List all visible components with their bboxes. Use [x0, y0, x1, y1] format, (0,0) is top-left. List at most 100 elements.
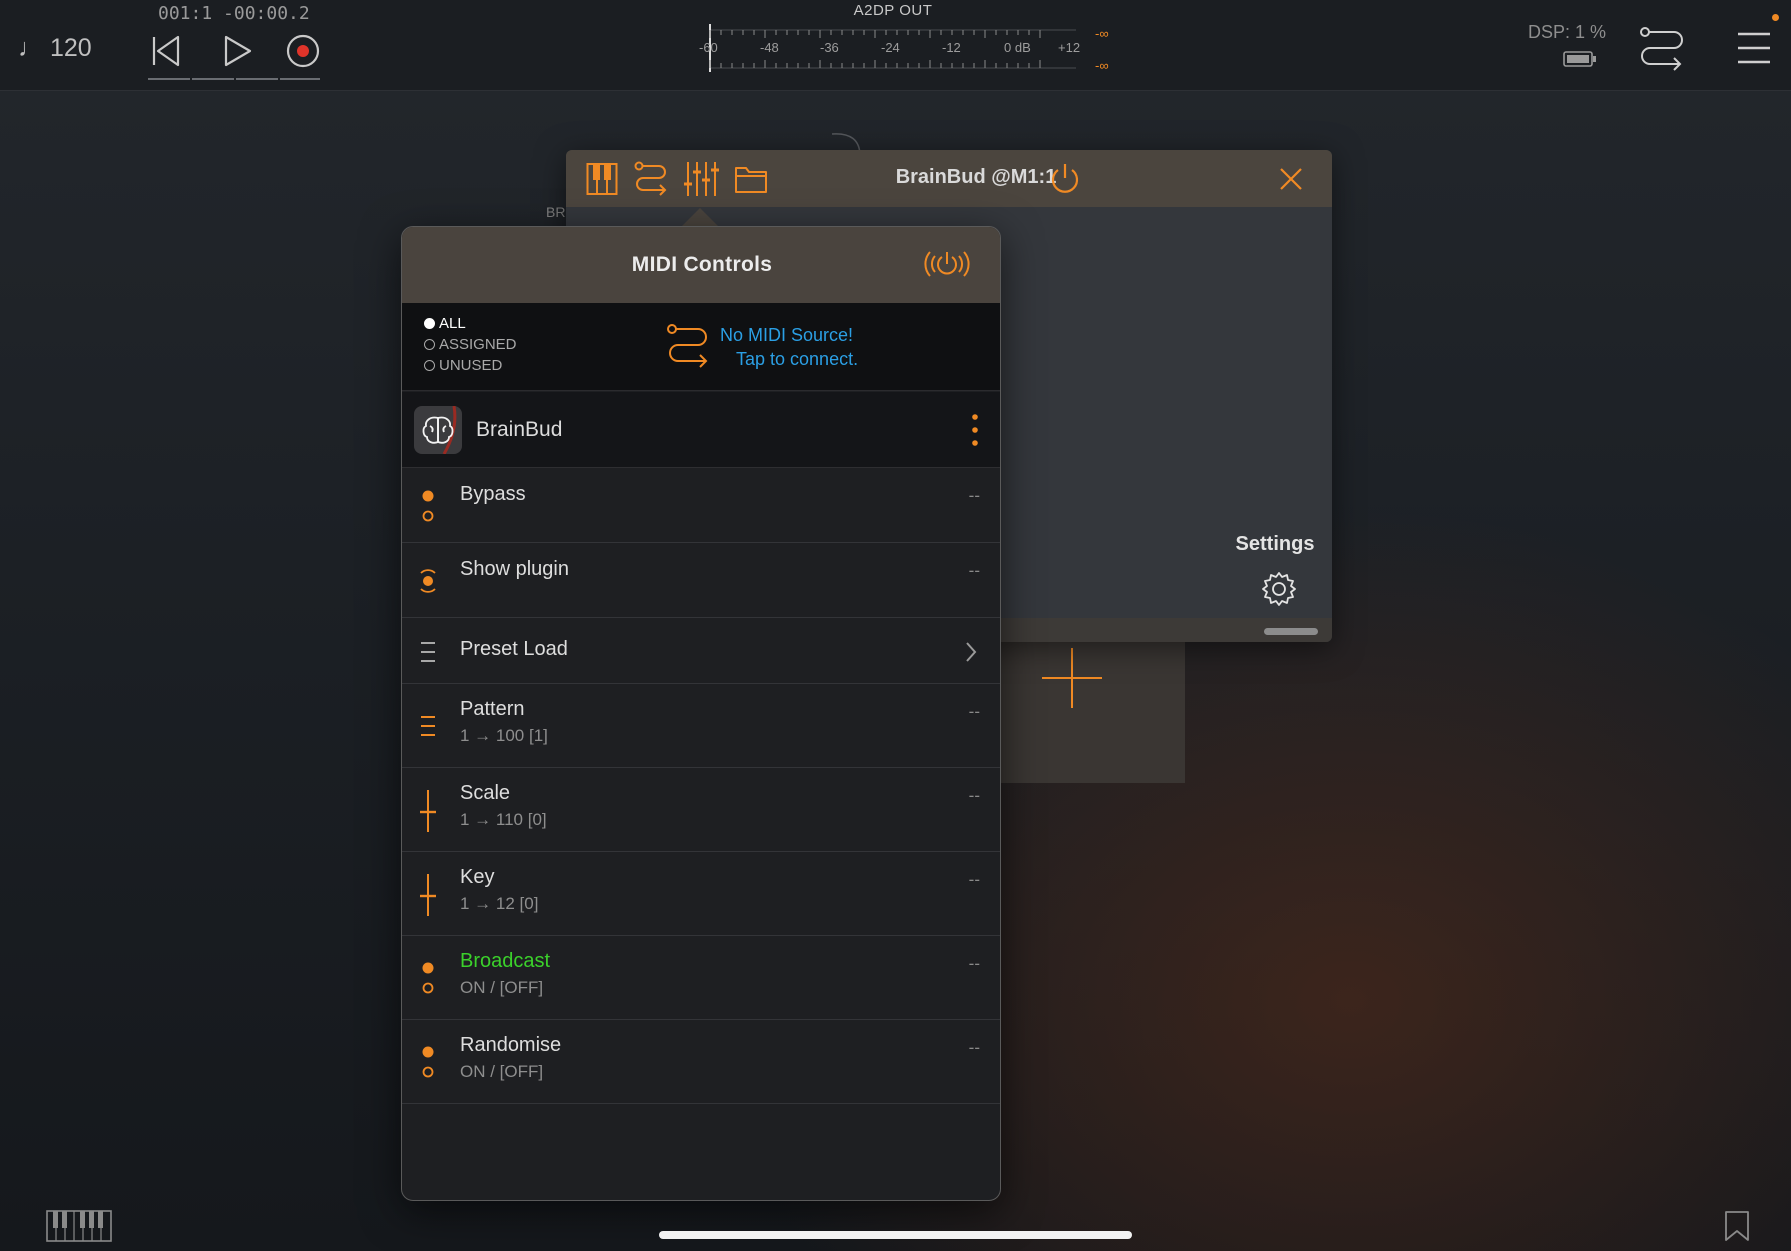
filter-label: ALL [439, 315, 466, 332]
play-icon [224, 35, 252, 67]
tempo-display[interactable]: ♩ 120 [18, 34, 92, 63]
meter-title: A2DP OUT [853, 2, 933, 19]
meter-scale-label: -48 [760, 40, 779, 55]
record-button[interactable] [280, 28, 326, 74]
popover-arrow [680, 208, 720, 228]
plugin-row: BrainBud [402, 392, 1000, 468]
toggle-icon [422, 1046, 434, 1078]
radio-icon [424, 360, 435, 371]
chevron-right-icon [966, 642, 977, 662]
control-assignment: -- [968, 954, 980, 973]
control-range: ON / [OFF] [460, 1062, 544, 1081]
plugin-thumbnail [414, 406, 462, 454]
play-button[interactable] [214, 28, 260, 74]
filter-all-option[interactable]: ALL [424, 315, 466, 332]
plugin-options-button[interactable] [967, 410, 983, 450]
menu-button[interactable] [1734, 28, 1774, 68]
control-row-pattern[interactable]: Pattern 1 → 100 [1] -- [402, 684, 1000, 768]
rewind-icon [152, 35, 180, 67]
meter-scale-label: +12 [1058, 40, 1081, 55]
add-node-tile[interactable] [995, 636, 1185, 783]
divider [236, 78, 278, 80]
sliders-icon [684, 162, 719, 196]
control-name: Scale [460, 782, 511, 804]
control-range: 1 → 12 [0] [460, 894, 539, 913]
filter-unused-option[interactable]: UNUSED [424, 357, 502, 374]
settings-button[interactable] [1260, 570, 1298, 608]
plugin-name: BrainBud [476, 418, 563, 441]
home-indicator[interactable] [659, 1231, 1132, 1239]
peak-right: -∞ [1095, 58, 1109, 73]
control-row-show-plugin[interactable]: Show plugin -- [402, 543, 1000, 618]
routing-icon [667, 324, 708, 368]
presets-button[interactable] [734, 164, 768, 194]
tap-to-connect-link[interactable]: Tap to connect. [736, 349, 858, 370]
control-row-broadcast[interactable]: Broadcast ON / [OFF] -- [402, 936, 1000, 1020]
radio-icon [424, 339, 435, 350]
divider [148, 78, 190, 80]
battery-icon [1563, 51, 1596, 67]
close-icon [1280, 168, 1302, 190]
keyboard-toggle-button[interactable] [46, 1210, 112, 1242]
meter-scale-label: -12 [942, 40, 961, 55]
filter-label: ASSIGNED [439, 336, 517, 353]
control-row-scale[interactable]: Scale 1 → 110 [0] -- [402, 768, 1000, 852]
midi-controls-header: MIDI Controls [402, 227, 1000, 303]
control-row-key[interactable]: Key 1 → 12 [0] -- [402, 852, 1000, 936]
meter-scale-label: -60 [699, 40, 718, 55]
control-name: Preset Load [460, 638, 568, 660]
peak-left: -∞ [1095, 26, 1109, 41]
fader-icon [420, 874, 436, 916]
settings-label[interactable]: Settings [1220, 533, 1330, 556]
control-assignment: -- [968, 702, 980, 721]
routing-button[interactable] [1638, 24, 1686, 72]
no-midi-source-text[interactable]: No MIDI Source! [720, 325, 853, 346]
midi-learn-button[interactable] [922, 247, 972, 281]
toggle-icon [422, 490, 434, 522]
routing-tab-button[interactable] [634, 160, 668, 198]
divider [280, 78, 320, 80]
more-vertical-icon [972, 414, 978, 446]
midi-controls-title: MIDI Controls [631, 253, 773, 276]
bookmark-button[interactable] [1724, 1210, 1750, 1242]
control-assignment: -- [968, 1038, 980, 1057]
gear-icon [1262, 572, 1296, 606]
plugin-power-button[interactable] [1048, 162, 1082, 196]
hamburger-icon [1738, 32, 1770, 64]
notification-dot [1772, 14, 1779, 21]
list-icon [421, 642, 435, 662]
midi-controls-panel: MIDI Controls ALL ASSIGNED UNUSED No MID… [401, 226, 1001, 1201]
brain-icon [422, 406, 457, 454]
filter-assigned-option[interactable]: ASSIGNED [424, 336, 517, 353]
meter-scale-label: -36 [820, 40, 839, 55]
control-range: 1 → 100 [1] [460, 726, 548, 745]
control-range: 1 → 110 [0] [460, 810, 547, 829]
control-row-randomise[interactable]: Randomise ON / [OFF] -- [402, 1020, 1000, 1104]
close-button[interactable] [1278, 166, 1304, 192]
control-range: ON / [OFF] [460, 978, 544, 997]
plus-icon [1042, 648, 1102, 708]
meter-scale-label: -24 [881, 40, 900, 55]
transport-bar: ♩ 120 001:1 -00:00.2 A2DP OUT -60 -48 -3… [0, 0, 1791, 91]
control-row-bypass[interactable]: Bypass -- [402, 468, 1000, 543]
control-assignment: -- [968, 561, 980, 580]
filter-area: ALL ASSIGNED UNUSED [402, 303, 1000, 391]
plugin-window-header: BrainBud @M1:1 [566, 150, 1332, 207]
folder-icon [735, 167, 767, 193]
control-assignment: -- [968, 786, 980, 805]
keyboard-button[interactable] [586, 162, 618, 196]
list-icon [421, 716, 435, 736]
midi-learn-icon [924, 251, 970, 277]
keyboard-icon [586, 163, 618, 195]
control-name: Key [460, 866, 495, 888]
midi-controls-tab-button[interactable] [684, 160, 720, 198]
routing-icon [634, 161, 667, 196]
control-row-preset-load[interactable]: Preset Load [402, 618, 1000, 684]
node-label: BR [546, 204, 566, 220]
control-assignment: -- [968, 870, 980, 889]
meter-scale-label: 0 dB [1004, 40, 1031, 55]
rewind-button[interactable] [142, 28, 188, 74]
radio-selected-icon [424, 318, 435, 329]
midi-source-button[interactable] [666, 323, 710, 369]
resize-handle[interactable] [1264, 628, 1318, 635]
